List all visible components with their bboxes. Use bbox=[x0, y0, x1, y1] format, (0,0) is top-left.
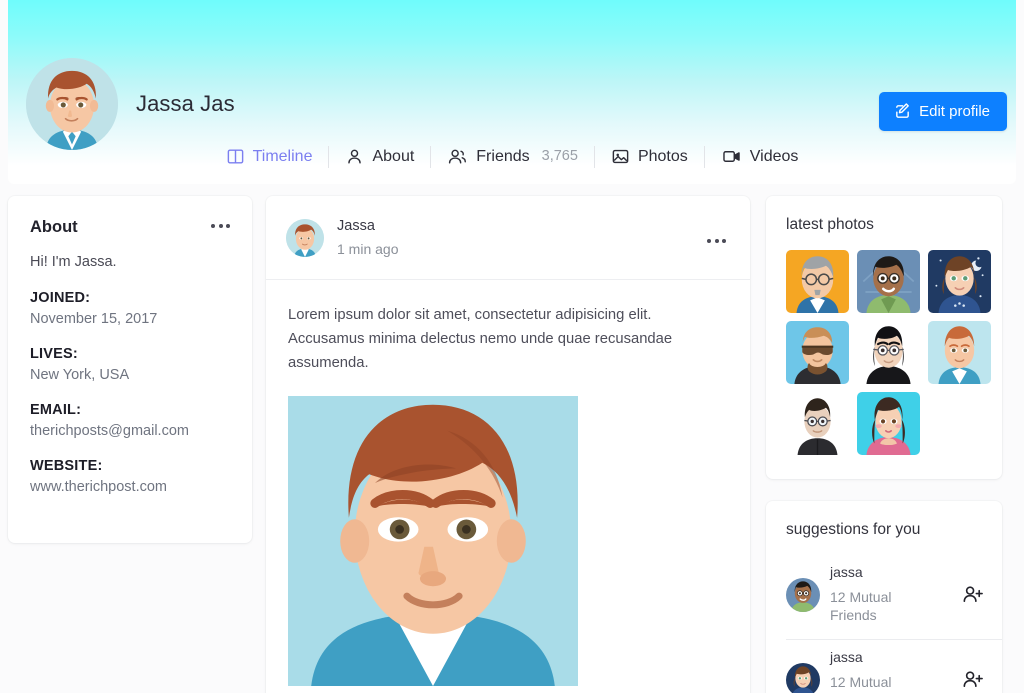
ellipsis-dot bbox=[714, 238, 719, 243]
avatar-man-black-hair-icon bbox=[857, 321, 920, 384]
ellipsis-dot bbox=[218, 224, 223, 228]
tab-friends[interactable]: Friends 3,765 bbox=[431, 144, 594, 169]
photo-thumbnail[interactable] bbox=[857, 392, 920, 455]
post-body: Lorem ipsum dolor sit amet, consectetur … bbox=[266, 280, 750, 686]
user-avatar-male-icon bbox=[26, 58, 118, 150]
photo-thumbnail[interactable] bbox=[857, 250, 920, 313]
about-label-joined: JOINED: bbox=[30, 290, 91, 306]
photo-thumbnail[interactable] bbox=[786, 392, 849, 455]
about-label-website: WEBSITE: bbox=[30, 458, 103, 474]
about-value-joined: November 15, 2017 bbox=[30, 311, 158, 327]
ellipsis-dot bbox=[722, 238, 726, 243]
avatar-man-glasses-dark-icon bbox=[786, 392, 849, 455]
avatar-gray-hair-glasses-icon bbox=[786, 250, 849, 313]
profile-identity: Jassa Jas bbox=[26, 58, 235, 150]
columns-layout-icon bbox=[226, 147, 245, 166]
tab-about-label: About bbox=[372, 147, 415, 165]
latest-photos-card: latest photos bbox=[766, 196, 1002, 479]
image-icon bbox=[611, 147, 630, 166]
left-sidebar: About Hi! I'm Jassa. JOINED: November 15… bbox=[0, 196, 252, 543]
tab-about[interactable]: About bbox=[329, 144, 430, 169]
suggestion-avatar[interactable] bbox=[786, 662, 820, 693]
post-card: Jassa 1 min ago Lorem ipsum dolor sit am… bbox=[266, 196, 750, 693]
right-sidebar: latest photos suggestions for you jassa … bbox=[766, 196, 1010, 693]
post-timestamp: 1 min ago bbox=[337, 241, 399, 258]
cover-banner: Jassa Jas Edit profile Timeline About Fr… bbox=[8, 0, 1016, 184]
avatar-woman-night-sky-icon bbox=[928, 250, 991, 313]
about-bio: Hi! I'm Jassa. bbox=[30, 254, 117, 270]
edit-profile-label: Edit profile bbox=[919, 103, 990, 120]
tab-videos[interactable]: Videos bbox=[705, 144, 815, 169]
about-header: About bbox=[30, 218, 230, 237]
tab-timeline-label: Timeline bbox=[252, 147, 313, 165]
main-feed: Jassa 1 min ago Lorem ipsum dolor sit am… bbox=[252, 196, 766, 693]
ellipsis-dot bbox=[211, 224, 215, 228]
person-icon bbox=[345, 147, 364, 166]
suggestion-item[interactable]: jassa 12 Mutual Friends bbox=[786, 555, 1002, 640]
post-meta: Jassa 1 min ago bbox=[337, 219, 398, 257]
post-text: Lorem ipsum dolor sit amet, consectetur … bbox=[288, 307, 673, 371]
suggestion-text: jassa 12 Mutual Friends bbox=[830, 650, 957, 693]
post-author-avatar[interactable] bbox=[286, 218, 324, 257]
photo-thumbnail[interactable] bbox=[786, 321, 849, 384]
photo-thumbnail[interactable] bbox=[928, 250, 991, 313]
about-value-email: therichposts@gmail.com bbox=[30, 423, 189, 439]
suggestions-title: suggestions for you bbox=[786, 521, 921, 538]
post-image[interactable] bbox=[288, 395, 578, 686]
profile-tabs: Timeline About Friends 3,765 Photos Vide… bbox=[8, 144, 1016, 169]
photo-thumbnail[interactable] bbox=[928, 321, 991, 384]
suggestion-mutual: 12 Mutual Friends bbox=[830, 589, 892, 624]
tab-videos-label: Videos bbox=[749, 147, 799, 165]
about-value-website: www.therichpost.com bbox=[30, 479, 167, 495]
post-author-name: Jassa bbox=[337, 217, 375, 234]
about-menu-button[interactable] bbox=[211, 218, 230, 228]
suggestion-text: jassa 12 Mutual Friends bbox=[830, 565, 957, 625]
ellipsis-dot bbox=[226, 224, 230, 228]
suggestion-name: jassa bbox=[830, 564, 863, 580]
about-card: About Hi! I'm Jassa. JOINED: November 15… bbox=[8, 196, 252, 543]
add-person-icon[interactable] bbox=[961, 668, 984, 691]
avatar-photo-male-auburn-icon bbox=[288, 395, 578, 686]
photo-thumbnail[interactable] bbox=[786, 250, 849, 313]
post-header: Jassa 1 min ago bbox=[266, 196, 750, 280]
suggestion-item[interactable]: jassa 12 Mutual Friends bbox=[786, 640, 1002, 693]
suggestion-avatar[interactable] bbox=[786, 577, 820, 612]
suggestion-name: jassa bbox=[830, 648, 863, 665]
user-avatar-male-icon bbox=[286, 218, 324, 257]
edit-profile-button[interactable]: Edit profile bbox=[879, 92, 1007, 131]
avatar-dark-man-glasses-icon bbox=[786, 577, 820, 612]
tab-photos-label: Photos bbox=[637, 147, 688, 165]
suggestions-card: suggestions for you jassa 12 Mutual Frie… bbox=[766, 501, 1002, 693]
profile-name: Jassa Jas bbox=[136, 91, 235, 116]
latest-photos-title: latest photos bbox=[786, 216, 874, 233]
add-person-icon[interactable] bbox=[961, 583, 984, 606]
avatar-man-auburn-hair-icon bbox=[928, 321, 991, 384]
tab-timeline[interactable]: Timeline bbox=[210, 144, 329, 169]
avatar-dark-man-glasses-icon bbox=[857, 250, 920, 313]
avatar-woman-night-sky-icon bbox=[786, 662, 820, 693]
tab-photos[interactable]: Photos bbox=[595, 144, 704, 169]
latest-photos-grid bbox=[786, 250, 992, 455]
video-camera-icon bbox=[721, 147, 742, 166]
profile-avatar[interactable] bbox=[26, 58, 118, 150]
content-columns: About Hi! I'm Jassa. JOINED: November 15… bbox=[0, 196, 1024, 693]
profile-page: Jassa Jas Edit profile Timeline About Fr… bbox=[0, 0, 1024, 693]
about-label-lives: LIVES: bbox=[30, 346, 78, 362]
avatar-woman-pink-top-icon bbox=[857, 392, 920, 455]
edit-square-icon bbox=[894, 103, 911, 120]
avatar-man-sunglasses-beard-icon bbox=[786, 321, 849, 384]
tab-friends-label: Friends bbox=[476, 147, 530, 165]
post-menu-button[interactable] bbox=[707, 233, 726, 243]
about-card-title: About bbox=[30, 218, 78, 236]
photo-thumbnail[interactable] bbox=[857, 321, 920, 384]
about-value-lives: New York, USA bbox=[30, 367, 130, 383]
people-icon bbox=[447, 147, 468, 166]
suggestion-mutual: 12 Mutual Friends bbox=[830, 673, 892, 693]
about-label-email: EMAIL: bbox=[30, 402, 82, 418]
friends-count: 3,765 bbox=[541, 148, 578, 165]
ellipsis-dot bbox=[707, 238, 711, 243]
